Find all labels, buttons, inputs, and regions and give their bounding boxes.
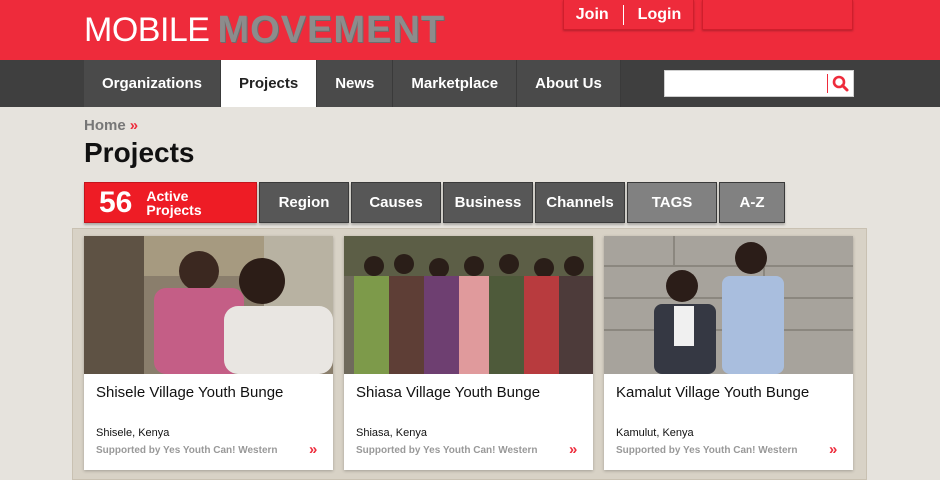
search-icon[interactable] — [830, 73, 851, 94]
nav-item-marketplace[interactable]: Marketplace — [393, 60, 518, 107]
auth-links: Join Login — [563, 0, 694, 30]
top-header: MOBILE MOVEMENT Join Login — [0, 0, 940, 60]
filter-channels-button[interactable]: Channels — [535, 182, 625, 223]
project-count-label: Active Projects — [146, 189, 206, 217]
project-card[interactable]: Shiasa Village Youth Bunge Shiasa, Kenya… — [344, 236, 593, 470]
project-supporter: Supported by Yes Youth Can! Western — [356, 445, 538, 456]
project-photo[interactable] — [604, 236, 853, 374]
filter-causes-button[interactable]: Causes — [351, 182, 441, 223]
filter-business-button[interactable]: Business — [443, 182, 533, 223]
join-link[interactable]: Join — [576, 6, 609, 24]
nav-item-organizations[interactable]: Organizations — [84, 60, 222, 107]
project-card[interactable]: Shisele Village Youth Bunge Shisele, Ken… — [84, 236, 333, 470]
filter-bar: 56 Active Projects Region Causes Busines… — [84, 182, 787, 223]
nav-item-news[interactable]: News — [317, 60, 394, 107]
project-supporter: Supported by Yes Youth Can! Western — [96, 445, 278, 456]
login-link[interactable]: Login — [638, 6, 682, 24]
project-title[interactable]: Shiasa Village Youth Bunge — [356, 384, 586, 401]
project-count: 56 — [99, 185, 133, 219]
project-photo[interactable] — [84, 236, 333, 374]
search-input[interactable] — [665, 71, 827, 96]
chevron-right-icon[interactable]: » — [829, 441, 837, 458]
project-location: Kamulut, Kenya — [616, 427, 694, 439]
project-title[interactable]: Kamalut Village Youth Bunge — [616, 384, 846, 401]
active-projects-count[interactable]: 56 Active Projects — [84, 182, 257, 223]
nav-items: Organizations Projects News Marketplace … — [84, 60, 621, 107]
breadcrumb-home[interactable]: Home — [84, 117, 126, 134]
search-divider — [827, 74, 828, 93]
header-blank-tab — [702, 0, 853, 30]
breadcrumb: Home» — [84, 117, 138, 134]
filter-tags-button[interactable]: TAGS — [627, 182, 717, 223]
filter-a-z-button[interactable]: A-Z — [719, 182, 785, 223]
auth-divider — [622, 4, 624, 25]
page-title: Projects — [84, 137, 195, 168]
search-box — [664, 70, 854, 97]
logo-text-bold: MOVEMENT — [217, 8, 446, 51]
project-location: Shisele, Kenya — [96, 427, 170, 439]
breadcrumb-arrow-icon: » — [129, 117, 139, 134]
project-photo[interactable] — [344, 236, 593, 374]
nav-item-projects[interactable]: Projects — [221, 60, 318, 107]
chevron-right-icon[interactable]: » — [309, 441, 317, 458]
count-label-line-2: Projects — [146, 201, 202, 218]
main-nav: Organizations Projects News Marketplace … — [0, 60, 940, 107]
project-card[interactable]: Kamalut Village Youth Bunge Kamulut, Ken… — [604, 236, 853, 470]
project-supporter: Supported by Yes Youth Can! Western — [616, 445, 798, 456]
filter-region-button[interactable]: Region — [259, 182, 349, 223]
logo-text-light: MOBILE — [84, 10, 210, 49]
project-location: Shiasa, Kenya — [356, 427, 427, 439]
site-logo[interactable]: MOBILE MOVEMENT — [84, 8, 446, 51]
chevron-right-icon[interactable]: » — [569, 441, 577, 458]
nav-item-about-us[interactable]: About Us — [517, 60, 621, 107]
project-title[interactable]: Shisele Village Youth Bunge — [96, 384, 326, 401]
